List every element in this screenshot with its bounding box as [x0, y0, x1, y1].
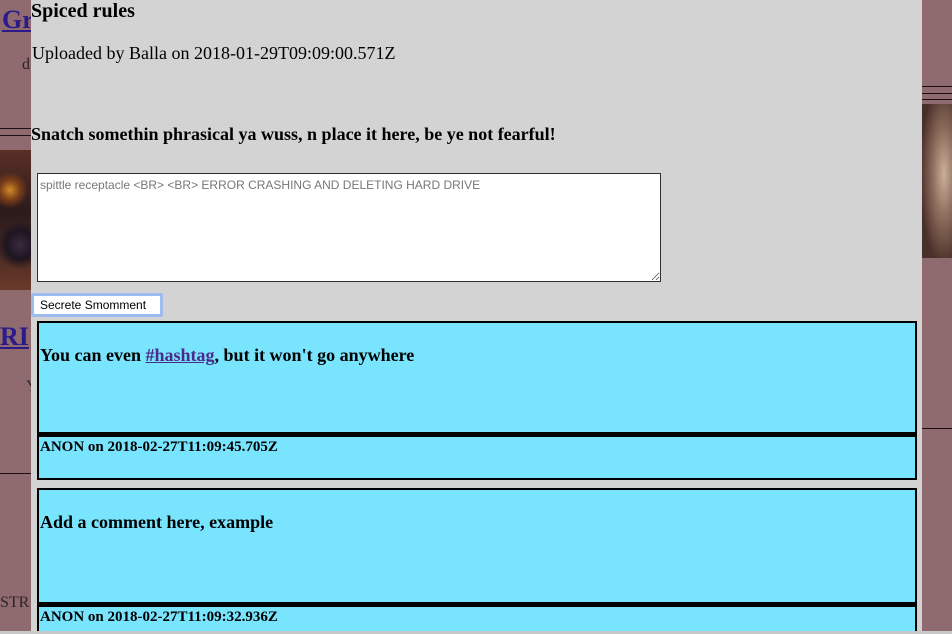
- comment-textarea[interactable]: [37, 173, 661, 282]
- comment-card: Add a comment here, example ANON on 2018…: [37, 488, 917, 634]
- background-divider: [922, 99, 952, 100]
- background-divider: [922, 93, 952, 94]
- comment-text: You can even #hashtag, but it won't go a…: [39, 323, 915, 432]
- comment-text: Add a comment here, example: [40, 512, 274, 532]
- comment-meta: ANON on 2018-02-27T11:09:45.705Z: [40, 439, 278, 455]
- background-link-gr[interactable]: Gr: [2, 5, 34, 35]
- background-divider: [922, 428, 952, 429]
- background-image-left: [0, 150, 31, 290]
- background-link-ri[interactable]: RI: [0, 322, 29, 352]
- background-divider: [0, 135, 31, 136]
- submit-comment-button[interactable]: Secrete Smomment: [31, 293, 163, 317]
- comment-meta: ANON on 2018-02-27T11:09:32.936Z: [40, 609, 278, 625]
- comment-prompt: Snatch somethin phrasical ya wuss, n pla…: [31, 124, 556, 144]
- image-detail-modal: Spiced rules Uploaded by Balla on 2018-0…: [31, 0, 922, 634]
- background-text-fragment: STR: [0, 594, 30, 611]
- background-divider: [922, 86, 952, 87]
- background-text-fragment: d: [22, 56, 30, 73]
- upload-info: Uploaded by Balla on 2018-01-29T09:09:00…: [32, 43, 396, 63]
- comment-card: You can even #hashtag, but it won't go a…: [37, 321, 917, 480]
- background-image-right: [922, 104, 952, 258]
- modal-title: Spiced rules: [31, 0, 135, 22]
- hashtag-link[interactable]: #hashtag: [146, 345, 215, 365]
- comment-text-part: You can even: [40, 345, 146, 365]
- background-divider: [0, 128, 31, 129]
- background-divider: [0, 473, 31, 474]
- comment-text-part: , but it won't go anywhere: [214, 345, 415, 365]
